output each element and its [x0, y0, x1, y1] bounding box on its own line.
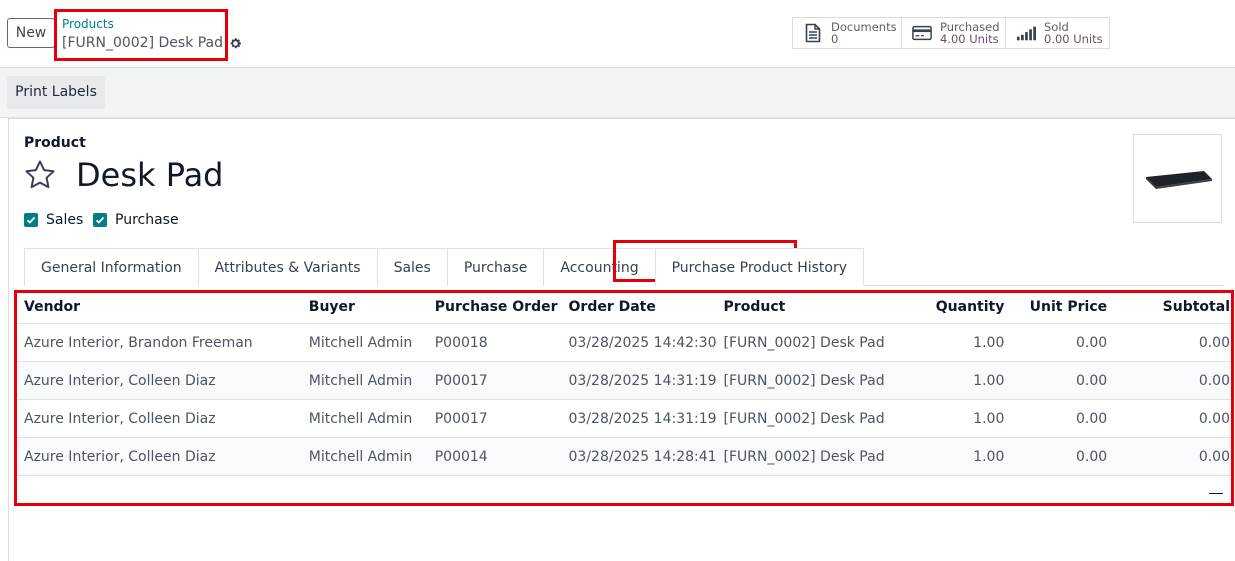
- tab-accounting[interactable]: Accounting: [543, 248, 656, 286]
- tab-general-information[interactable]: General Information: [24, 248, 199, 286]
- column-header-unit-price[interactable]: Unit Price: [1006, 291, 1110, 324]
- sales-checkbox-label: Sales: [46, 212, 84, 228]
- cell-product: [FURN_0002] Desk Pad: [716, 437, 904, 476]
- table-footer-dash: [1209, 493, 1223, 494]
- table-row[interactable]: Azure Interior, Brandon Freeman Mitchell…: [17, 323, 1232, 362]
- credit-card-icon: [912, 23, 932, 43]
- print-labels-button[interactable]: Print Labels: [7, 76, 105, 109]
- product-section-label: Product: [24, 135, 86, 151]
- column-header-product[interactable]: Product: [716, 291, 904, 324]
- cell-unit-price: 0.00: [1006, 323, 1110, 362]
- cell-vendor: Azure Interior, Colleen Diaz: [17, 399, 302, 438]
- gear-icon[interactable]: [229, 37, 242, 50]
- breadcrumb-products-link[interactable]: Products: [62, 17, 242, 32]
- cell-subtotal: 0.00: [1109, 399, 1232, 438]
- cell-purchase-order: P00014: [427, 437, 562, 476]
- column-header-quantity[interactable]: Quantity: [903, 291, 1007, 324]
- document-icon: [803, 23, 823, 43]
- sales-checkbox[interactable]: Sales: [24, 212, 83, 228]
- cell-subtotal: 0.00: [1109, 323, 1232, 362]
- product-image[interactable]: [1133, 134, 1222, 223]
- cell-purchase-order: P00017: [427, 361, 562, 400]
- cell-buyer: Mitchell Admin: [301, 361, 428, 400]
- product-name[interactable]: Desk Pad: [76, 153, 223, 197]
- cell-quantity: 1.00: [903, 361, 1007, 400]
- star-icon[interactable]: [23, 158, 57, 192]
- cell-unit-price: 0.00: [1006, 399, 1110, 438]
- cell-product: [FURN_0002] Desk Pad: [716, 361, 904, 400]
- cell-quantity: 1.00: [903, 323, 1007, 362]
- table-row[interactable]: Azure Interior, Colleen Diaz Mitchell Ad…: [17, 361, 1232, 400]
- checkmark-icon: [93, 213, 107, 227]
- new-button[interactable]: New: [7, 18, 55, 48]
- cell-buyer: Mitchell Admin: [301, 399, 428, 438]
- cell-subtotal: 0.00: [1109, 437, 1232, 476]
- cell-order-date: 03/28/2025 14:42:30: [561, 323, 717, 362]
- cell-order-date: 03/28/2025 14:31:19: [561, 399, 717, 438]
- cell-purchase-order: P00018: [427, 323, 562, 362]
- cell-vendor: Azure Interior, Colleen Diaz: [17, 437, 302, 476]
- cell-order-date: 03/28/2025 14:31:19: [561, 361, 717, 400]
- column-header-vendor[interactable]: Vendor: [17, 291, 302, 324]
- cell-vendor: Azure Interior, Colleen Diaz: [17, 361, 302, 400]
- cell-order-date: 03/28/2025 14:28:41: [561, 437, 717, 476]
- cell-purchase-order: P00017: [427, 399, 562, 438]
- tab-sales[interactable]: Sales: [376, 248, 448, 286]
- column-header-buyer[interactable]: Buyer: [301, 291, 428, 324]
- cell-subtotal: 0.00: [1109, 361, 1232, 400]
- cell-quantity: 1.00: [903, 437, 1007, 476]
- cell-unit-price: 0.00: [1006, 361, 1110, 400]
- cell-buyer: Mitchell Admin: [301, 323, 428, 362]
- cell-vendor: Azure Interior, Brandon Freeman: [17, 323, 302, 362]
- breadcrumb-current: [FURN_0002] Desk Pad: [62, 34, 242, 52]
- purchased-smart-button[interactable]: Purchased 4.00 Units: [901, 17, 1006, 49]
- checkmark-icon: [24, 213, 38, 227]
- breadcrumb: Products [FURN_0002] Desk Pad: [62, 17, 242, 52]
- purchase-checkbox[interactable]: Purchase: [93, 212, 179, 228]
- action-bar: Print Labels: [0, 68, 1235, 118]
- column-header-purchase-order[interactable]: Purchase Order: [427, 291, 562, 324]
- signal-bars-icon: [1016, 23, 1036, 43]
- column-header-subtotal[interactable]: Subtotal: [1109, 291, 1232, 324]
- tab-purchase[interactable]: Purchase: [446, 248, 545, 286]
- tab-purchase-product-history[interactable]: Purchase Product History: [654, 248, 865, 286]
- table-header-row: Vendor Buyer Purchase Order Order Date P…: [17, 291, 1232, 324]
- notebook-tabs: General Information Attributes & Variant…: [24, 248, 865, 286]
- sold-smart-button[interactable]: Sold 0.00 Units: [1005, 17, 1110, 49]
- purchase-history-table: Vendor Buyer Purchase Order Order Date P…: [17, 291, 1232, 476]
- purchase-checkbox-label: Purchase: [115, 212, 179, 228]
- smart-button-value: 0: [831, 32, 839, 46]
- table-row[interactable]: Azure Interior, Colleen Diaz Mitchell Ad…: [17, 399, 1232, 438]
- table-row[interactable]: Azure Interior, Colleen Diaz Mitchell Ad…: [17, 437, 1232, 476]
- documents-smart-button[interactable]: Documents 0: [792, 17, 902, 49]
- smart-button-label: Documents: [831, 20, 897, 34]
- cell-unit-price: 0.00: [1006, 437, 1110, 476]
- cell-quantity: 1.00: [903, 399, 1007, 438]
- cell-product: [FURN_0002] Desk Pad: [716, 399, 904, 438]
- breadcrumb-current-label: [FURN_0002] Desk Pad: [62, 35, 224, 51]
- cell-buyer: Mitchell Admin: [301, 437, 428, 476]
- control-panel: New Products [FURN_0002] Desk Pad Docume…: [0, 0, 1235, 68]
- column-header-order-date[interactable]: Order Date: [561, 291, 717, 324]
- smart-button-value: 4.00 Units: [940, 32, 999, 46]
- cell-product: [FURN_0002] Desk Pad: [716, 323, 904, 362]
- tab-attributes-variants[interactable]: Attributes & Variants: [197, 248, 378, 286]
- smart-button-value: 0.00 Units: [1044, 32, 1103, 46]
